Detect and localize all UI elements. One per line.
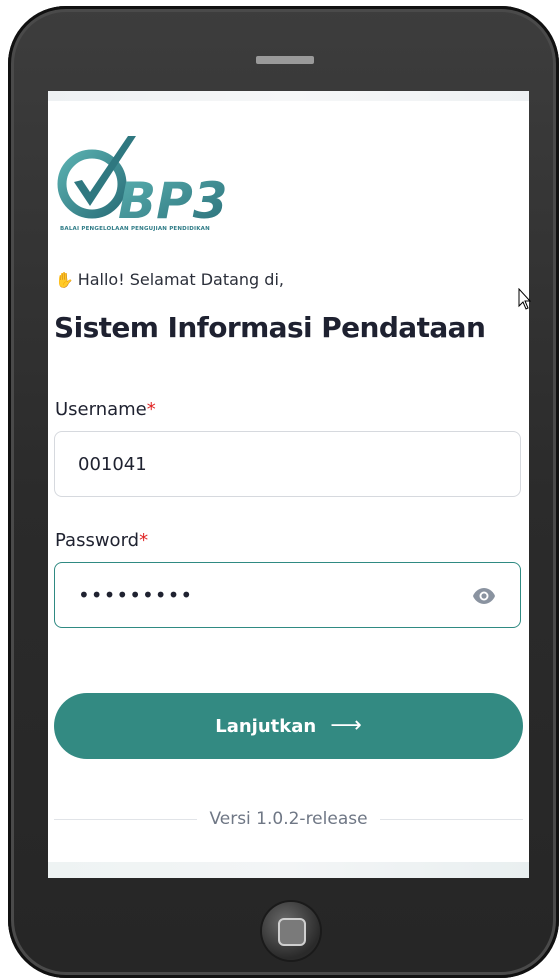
speaker-grille: [256, 56, 314, 64]
bottom-strip: [48, 862, 529, 878]
logo-text: BP3: [118, 172, 228, 228]
waving-hand-icon: ✋: [55, 271, 74, 289]
password-label-text: Password: [55, 530, 140, 551]
password-value: •••••••••: [78, 583, 194, 607]
home-button[interactable]: [262, 902, 320, 960]
page-title: Sistem Informasi Pendataan: [54, 311, 486, 344]
username-label: Username*: [55, 399, 156, 420]
required-mark: *: [146, 399, 156, 420]
version-text: Versi 1.0.2-release: [209, 809, 368, 829]
logo-subtitle: BALAI PENGELOLAAN PENGUJIAN PENDIDIKAN: [60, 226, 210, 232]
divider-line: [54, 818, 198, 820]
phone-screen: BP3 BALAI PENGELOLAAN PENGUJIAN PENDIDIK…: [48, 91, 529, 878]
required-mark: *: [139, 530, 149, 551]
username-label-text: Username: [55, 399, 147, 420]
greeting-text: Hallo! Selamat Datang di,: [77, 270, 284, 289]
password-field[interactable]: •••••••••: [54, 562, 521, 628]
username-value: 001041: [78, 454, 147, 475]
greeting: ✋ Hallo! Selamat Datang di,: [55, 270, 284, 289]
lanjutkan-label: Lanjutkan: [215, 715, 317, 737]
password-label: Password*: [55, 530, 148, 551]
bp3-logo: BP3: [57, 136, 228, 228]
top-strip: [48, 91, 529, 101]
username-field[interactable]: 001041: [54, 431, 521, 497]
version-divider: Versi 1.0.2-release: [54, 807, 523, 831]
lanjutkan-button[interactable]: Lanjutkan ⟶: [54, 693, 523, 759]
home-button-icon: [278, 918, 306, 946]
arrow-right-icon: ⟶: [330, 713, 362, 738]
mouse-cursor-icon: [518, 288, 532, 310]
phone-frame: BP3 BALAI PENGELOLAAN PENGUJIAN PENDIDIK…: [8, 6, 559, 978]
eye-icon[interactable]: [472, 587, 496, 605]
divider-line: [379, 818, 523, 820]
